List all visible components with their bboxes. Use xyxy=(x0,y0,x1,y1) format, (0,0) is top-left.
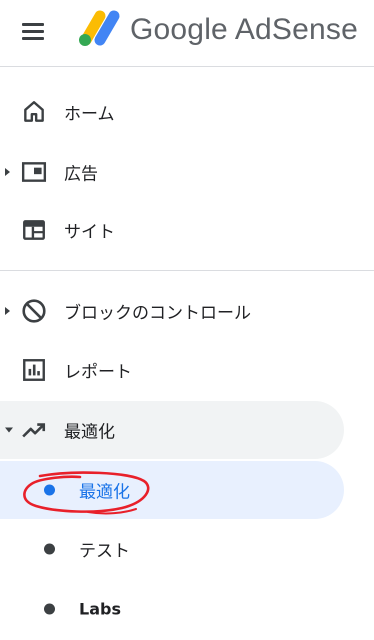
adsense-logo xyxy=(79,10,120,46)
nav-item-blocking-controls[interactable]: ブロックのコントロール xyxy=(0,282,344,340)
nav-label-home: ホーム xyxy=(64,104,115,125)
bullet-icon xyxy=(44,603,55,615)
nav-item-reports[interactable]: レポート xyxy=(0,341,344,399)
nav-label-optimization: 最適化 xyxy=(64,422,115,443)
nav-item-home[interactable]: ホーム xyxy=(0,83,344,141)
nav-item-optimization[interactable]: 最適化 xyxy=(0,401,344,459)
reports-icon xyxy=(23,359,45,381)
nav-label-ads: 広告 xyxy=(64,164,98,185)
expand-caret-icon[interactable] xyxy=(5,307,10,315)
bullet-icon xyxy=(44,543,55,555)
nav-label-experiments: テスト xyxy=(79,541,130,562)
nav-divider xyxy=(0,270,374,271)
nav-label-sites: サイト xyxy=(64,222,115,243)
nav-label-blocking-controls: ブロックのコントロール xyxy=(64,303,251,324)
home-icon xyxy=(24,101,44,122)
expand-caret-icon[interactable] xyxy=(5,168,10,176)
sites-icon xyxy=(23,220,45,240)
app-title: Google AdSense xyxy=(130,13,358,46)
trending-up-icon xyxy=(22,423,46,438)
nav-label-labs: Labs xyxy=(79,599,121,619)
app-header: Google AdSense xyxy=(0,0,374,67)
nav-item-ads[interactable]: 広告 xyxy=(0,143,344,201)
block-icon xyxy=(22,299,46,323)
nav-item-sites[interactable]: サイト xyxy=(0,201,344,259)
nav-label-reports: レポート xyxy=(64,362,132,383)
bullet-icon xyxy=(44,484,55,496)
nav-label-optimization-sub: 最適化 xyxy=(79,482,130,503)
ads-icon xyxy=(21,162,47,182)
nav-subitem-optimization[interactable]: 最適化 xyxy=(0,461,344,519)
nav-subitem-experiments[interactable]: テスト xyxy=(0,520,344,578)
menu-icon[interactable] xyxy=(22,17,50,45)
collapse-caret-icon[interactable] xyxy=(5,427,13,433)
nav-subitem-labs[interactable]: Labs xyxy=(0,580,344,638)
